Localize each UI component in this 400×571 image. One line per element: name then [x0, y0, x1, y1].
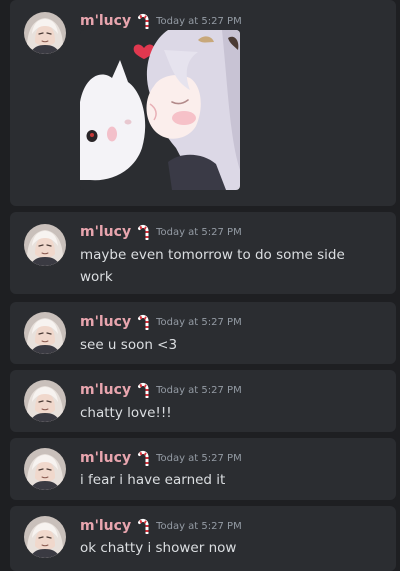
avatar[interactable]	[24, 516, 66, 558]
candy-cane-badge-icon	[136, 382, 152, 398]
candy-cane-badge-icon	[136, 518, 152, 534]
timestamp[interactable]: Today at 5:27 PM	[156, 317, 242, 328]
username[interactable]: m'lucy	[80, 314, 131, 330]
username[interactable]: m'lucy	[80, 450, 131, 466]
message-header: m'lucy Today at 5:27 PM	[80, 222, 242, 242]
avatar[interactable]	[24, 448, 66, 490]
candy-cane-badge-icon	[136, 13, 152, 29]
timestamp[interactable]: Today at 5:27 PM	[156, 227, 242, 238]
message-1: m'lucy Today at 5:27 PM	[10, 0, 396, 206]
username[interactable]: m'lucy	[80, 224, 131, 240]
username[interactable]: m'lucy	[80, 382, 131, 398]
message-header: m'lucy Today at 5:27 PM	[80, 312, 242, 332]
avatar[interactable]	[24, 312, 66, 354]
username[interactable]: m'lucy	[80, 518, 131, 534]
message-header: m'lucy Today at 5:27 PM	[80, 380, 242, 400]
message-header: m'lucy Today at 5:27 PM	[80, 11, 242, 31]
message-text: chatty love!!!	[80, 405, 172, 421]
message-4: m'lucy Today at 5:27 PM chatty love!!!	[10, 370, 396, 432]
timestamp[interactable]: Today at 5:27 PM	[156, 16, 242, 27]
message-text: see u soon <3	[80, 337, 178, 353]
message-6: m'lucy Today at 5:27 PM ok chatty i show…	[10, 506, 396, 571]
username[interactable]: m'lucy	[80, 13, 131, 29]
timestamp[interactable]: Today at 5:27 PM	[156, 453, 242, 464]
message-text: ok chatty i shower now	[80, 540, 237, 556]
candy-cane-badge-icon	[136, 224, 152, 240]
message-text: maybe even tomorrow to do some side work	[80, 247, 345, 285]
message-5: m'lucy Today at 5:27 PM i fear i have ea…	[10, 438, 396, 500]
message-text: i fear i have earned it	[80, 472, 226, 488]
message-header: m'lucy Today at 5:27 PM	[80, 448, 242, 468]
avatar[interactable]	[24, 380, 66, 422]
image-attachment[interactable]	[80, 30, 240, 190]
candy-cane-badge-icon	[136, 450, 152, 466]
avatar[interactable]	[24, 224, 66, 266]
avatar[interactable]	[24, 12, 66, 54]
timestamp[interactable]: Today at 5:27 PM	[156, 521, 242, 532]
message-3: m'lucy Today at 5:27 PM see u soon <3	[10, 302, 396, 364]
message-header: m'lucy Today at 5:27 PM	[80, 516, 242, 536]
candy-cane-badge-icon	[136, 314, 152, 330]
message-2: m'lucy Today at 5:27 PM maybe even tomor…	[10, 212, 396, 294]
timestamp[interactable]: Today at 5:27 PM	[156, 385, 242, 396]
